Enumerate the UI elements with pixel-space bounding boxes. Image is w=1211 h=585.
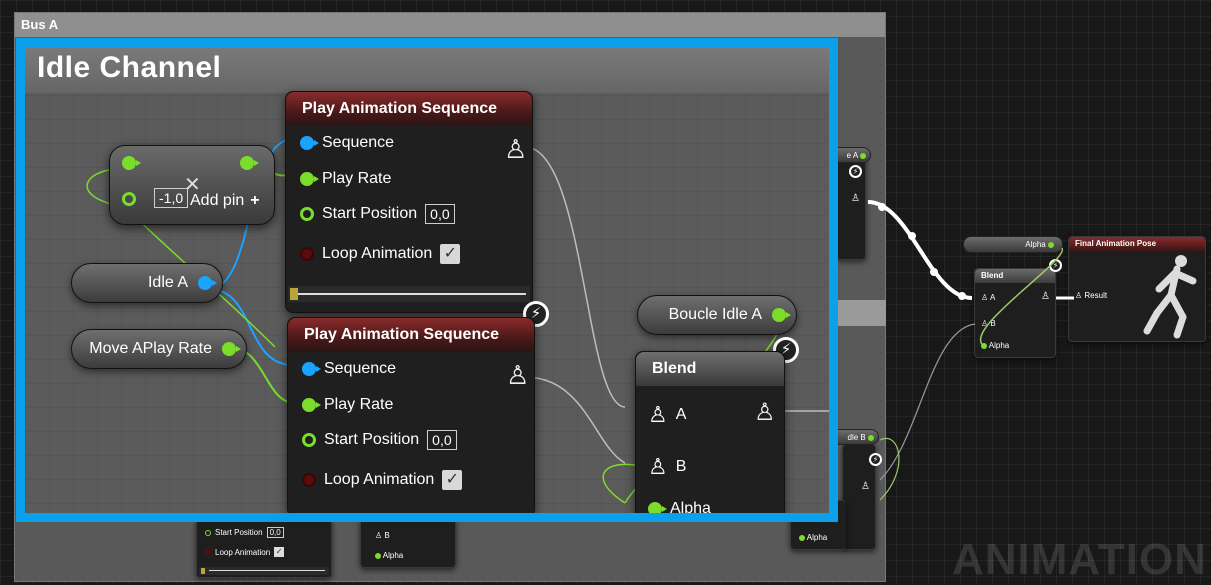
loop-checkbox[interactable]: ✓ bbox=[442, 470, 463, 490]
boucle-output-pin[interactable] bbox=[772, 308, 791, 322]
play1-start-position-pin[interactable]: Start Position 0,0 bbox=[300, 204, 455, 224]
play-rate-label: Play Rate bbox=[324, 396, 394, 413]
multiply-node[interactable]: -1,0 ✕ Add pin + bbox=[109, 145, 275, 225]
bool-pin-icon[interactable] bbox=[302, 473, 316, 487]
pin-a-label: A bbox=[675, 406, 687, 423]
boucle-idle-a-variable[interactable]: Boucle Idle A bbox=[637, 295, 797, 335]
pin-b-label: B bbox=[675, 458, 687, 475]
move-aplay-rate-label: Move APlay Rate bbox=[89, 340, 212, 357]
play-rate-label: Play Rate bbox=[322, 170, 392, 187]
play2-start-position-pin[interactable]: Start Position 0,0 bbox=[302, 430, 457, 450]
sequence-label: Sequence bbox=[324, 360, 397, 377]
object-pin-icon[interactable] bbox=[302, 362, 321, 376]
sequence-label: Sequence bbox=[322, 134, 395, 151]
float-pin-icon[interactable] bbox=[300, 172, 319, 186]
play1-loop-pin[interactable]: Loop Animation ✓ bbox=[300, 244, 461, 264]
blend-title: Blend bbox=[636, 352, 784, 386]
play-animation-sequence-node-2[interactable]: Play Animation Sequence Sequence Play Ra… bbox=[287, 317, 535, 513]
alpha-label: Alpha bbox=[670, 500, 711, 517]
idle-a-output-pin[interactable] bbox=[198, 276, 217, 290]
float-pin-icon[interactable] bbox=[302, 398, 321, 412]
play1-sequence-pin[interactable]: Sequence bbox=[300, 134, 394, 152]
loop-animation-label: Loop Animation bbox=[322, 245, 433, 262]
multiply-input-pin-1[interactable] bbox=[122, 156, 141, 170]
idle-a-label: Idle A bbox=[147, 274, 188, 291]
pose-output-icon[interactable]: ♙ bbox=[754, 398, 776, 427]
blend-pin-b[interactable]: ♙ B bbox=[648, 454, 686, 480]
pose-output-icon[interactable]: ♙ bbox=[506, 360, 529, 391]
multiply-output-pin[interactable] bbox=[240, 156, 259, 170]
animation-watermark: ANIMATION bbox=[951, 535, 1207, 584]
pose-output-icon[interactable]: ♙ bbox=[504, 134, 527, 165]
play-animation-sequence-node-1[interactable]: Play Animation Sequence Sequence Play Ra… bbox=[285, 91, 533, 313]
start-position-value[interactable]: 0,0 bbox=[427, 430, 457, 450]
object-pin-icon[interactable] bbox=[300, 136, 319, 150]
pose-pin-icon[interactable]: ♙ bbox=[648, 454, 668, 480]
play-node-1-title: Play Animation Sequence bbox=[286, 92, 532, 126]
play2-play-rate-pin[interactable]: Play Rate bbox=[302, 396, 393, 414]
float-pin-icon[interactable] bbox=[648, 502, 667, 513]
play1-play-rate-pin[interactable]: Play Rate bbox=[300, 170, 391, 188]
float-pin-icon[interactable] bbox=[300, 207, 314, 221]
start-position-label: Start Position bbox=[324, 431, 420, 448]
play-node-2-title: Play Animation Sequence bbox=[288, 318, 534, 352]
plus-icon: + bbox=[250, 192, 260, 209]
add-pin-button[interactable]: Add pin + bbox=[190, 192, 260, 210]
zoom-inset[interactable]: Idle Channel -1,0 ✕ Add pin + Idle A Mov… bbox=[16, 38, 838, 522]
pose-pin-icon[interactable]: ♙ bbox=[648, 402, 668, 428]
multiply-input-pin-2[interactable] bbox=[122, 192, 136, 206]
move-rate-output-pin[interactable] bbox=[222, 342, 241, 356]
loop-checkbox[interactable]: ✓ bbox=[440, 244, 461, 264]
boucle-idle-a-label: Boucle Idle A bbox=[668, 306, 762, 323]
progress-handle[interactable] bbox=[290, 288, 298, 300]
add-pin-label: Add pin bbox=[190, 192, 245, 209]
bool-pin-icon[interactable] bbox=[300, 247, 314, 261]
play1-progress-bar bbox=[288, 286, 530, 302]
progress-track bbox=[298, 293, 526, 295]
blend-pin-a[interactable]: ♙ A bbox=[648, 402, 686, 428]
multiply-value[interactable]: -1,0 bbox=[154, 188, 189, 208]
float-pin-icon[interactable] bbox=[302, 433, 316, 447]
blend-node[interactable]: Blend ♙ A ♙ ♙ B Alpha bbox=[635, 351, 785, 517]
start-position-label: Start Position bbox=[322, 205, 418, 222]
play2-sequence-pin[interactable]: Sequence bbox=[302, 360, 396, 378]
play2-loop-pin[interactable]: Loop Animation ✓ bbox=[302, 470, 463, 490]
idle-a-variable[interactable]: Idle A bbox=[71, 263, 223, 303]
loop-animation-label: Loop Animation bbox=[324, 471, 435, 488]
blend-alpha-pin[interactable]: Alpha bbox=[648, 500, 711, 517]
move-aplay-rate-variable[interactable]: Move APlay Rate bbox=[71, 329, 247, 369]
start-position-value[interactable]: 0,0 bbox=[425, 204, 455, 224]
